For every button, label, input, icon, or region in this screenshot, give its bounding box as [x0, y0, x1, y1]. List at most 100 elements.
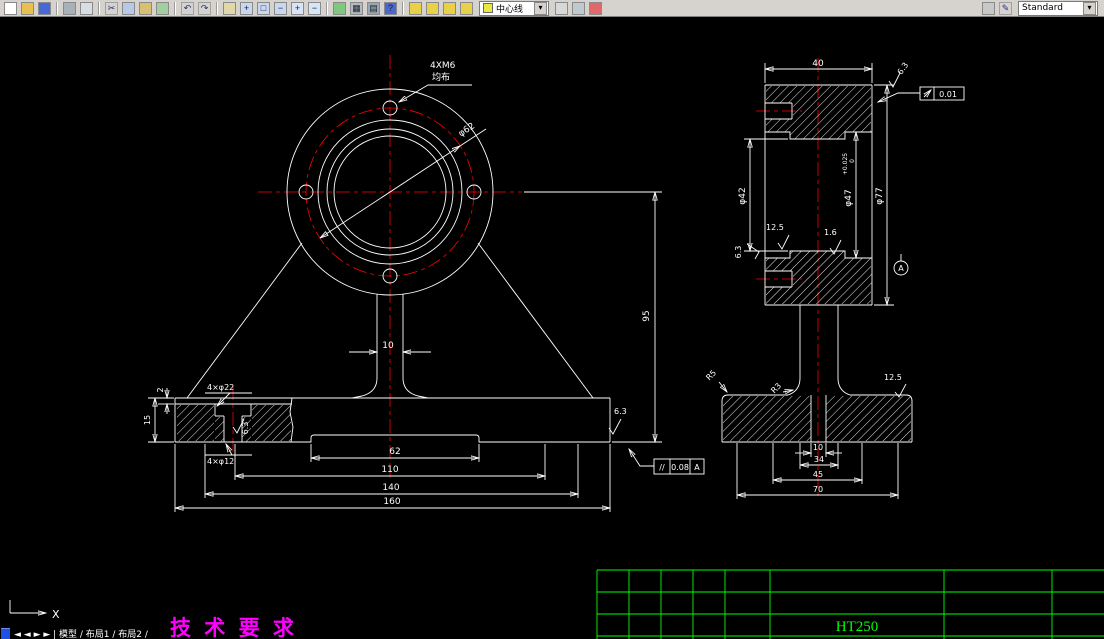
parallelism-fcf: // 0.08 A — [629, 449, 705, 475]
linetype-icon[interactable] — [570, 1, 587, 16]
start-button-fragment[interactable] — [1, 627, 10, 639]
dim-2-label: 2 — [156, 387, 165, 392]
fcf-symbol: // — [659, 463, 665, 472]
object-properties-icon-glyph — [460, 1, 473, 15]
thread-note-label: 4XM6 — [430, 61, 456, 71]
pencil-icon[interactable]: ✎ — [997, 1, 1014, 16]
zoom-realtime-icon-glyph: + — [240, 1, 253, 15]
new-file-icon[interactable] — [2, 1, 19, 16]
layer-manager-icon[interactable] — [553, 1, 570, 16]
print-preview-icon[interactable] — [78, 1, 95, 16]
material-label: HT250 — [836, 619, 879, 635]
r5-label: R5 — [704, 368, 718, 382]
osnap-icon[interactable] — [980, 1, 997, 16]
chevron-down-icon[interactable]: ▾ — [1083, 1, 1096, 15]
roughness-base-label: 6.3 — [614, 407, 627, 416]
roughness-face-label: 6.3 — [896, 61, 911, 77]
open-folder-icon-glyph — [21, 1, 34, 15]
zoom-in-icon-glyph: + — [291, 1, 304, 15]
color-control-icon[interactable] — [587, 1, 604, 16]
dim-160-label: 160 — [383, 497, 400, 507]
paste-icon[interactable] — [137, 1, 154, 16]
paste-icon-glyph — [139, 1, 152, 15]
zoom-window-icon-glyph: □ — [257, 1, 270, 15]
toolbar-separator — [174, 1, 176, 15]
fcf-datum: A — [694, 463, 700, 472]
save-icon[interactable] — [36, 1, 53, 16]
save-icon-glyph — [38, 1, 51, 15]
match-properties-icon-glyph — [156, 1, 169, 15]
zoom-previous-icon[interactable]: − — [272, 1, 289, 16]
toolbar-icons-mid — [553, 0, 604, 16]
style-combo[interactable]: Standard ▾ — [1018, 0, 1098, 16]
distance-icon-glyph — [409, 1, 422, 15]
fcf-tolerance: 0.08 — [671, 463, 689, 472]
style-combo-value: Standard — [1022, 3, 1063, 13]
chevron-down-icon[interactable]: ▾ — [534, 1, 547, 15]
dia-42-label: φ42 — [738, 187, 748, 204]
area-icon-glyph — [426, 1, 439, 15]
copy-icon[interactable] — [120, 1, 137, 16]
distance-icon[interactable] — [407, 1, 424, 16]
tech-requirements-title: 技 术 要 求 — [170, 616, 297, 639]
match-properties-icon[interactable] — [154, 1, 171, 16]
runout-fcf: 0.01 — [878, 86, 965, 102]
undo-icon-glyph: ↶ — [181, 1, 194, 15]
drawing-canvas[interactable]: 4XM6 均布 φ62 95 10 62 110 140 160 15 2 4×… — [0, 17, 1104, 639]
toolbar-icons-right: ✎ — [980, 0, 1014, 16]
front-view-geometry — [174, 88, 611, 443]
list-icon-glyph — [443, 1, 456, 15]
color-control-icon-glyph — [589, 1, 602, 15]
layout-tab-bar[interactable]: ◄ ◄ ► ► | 模型 / 布局1 / 布局2 / — [0, 627, 148, 639]
redraw-icon-glyph — [333, 1, 346, 15]
open-folder-icon[interactable] — [19, 1, 36, 16]
zoom-in-icon[interactable]: + — [289, 1, 306, 16]
copy-icon-glyph — [122, 1, 135, 15]
toolbar-separator — [402, 1, 404, 15]
redraw-icon[interactable] — [331, 1, 348, 16]
datum-a-label: A — [898, 264, 904, 273]
toolbar-icons-left: ✂ ↶ ↷ + □ − + − ▦ ▤? — [2, 0, 475, 16]
zoom-previous-icon-glyph: − — [274, 1, 287, 15]
ucs-x-label: X — [52, 608, 60, 621]
dim-s10-label: 10 — [813, 443, 823, 452]
layout-tabs-text[interactable]: ◄ ◄ ► ► | 模型 / 布局1 / 布局2 / — [14, 627, 148, 639]
zoom-window-icon[interactable]: □ — [255, 1, 272, 16]
cbore-note-label: 4×φ22 — [207, 383, 234, 392]
ucs-icon: X — [9, 600, 60, 621]
dim-45-label: 45 — [813, 470, 823, 479]
zoom-realtime-icon[interactable]: + — [238, 1, 255, 16]
area-icon[interactable] — [424, 1, 441, 16]
layer-combo-value: 中心线 — [496, 4, 524, 15]
layer-combo[interactable]: 中心线 ▾ — [479, 0, 549, 16]
zoom-out-icon[interactable]: − — [306, 1, 323, 16]
pan-hand-icon-glyph — [223, 1, 236, 15]
dim-34-label: 34 — [814, 455, 824, 464]
object-properties-icon[interactable] — [458, 1, 475, 16]
dia-77-label: φ77 — [875, 187, 885, 204]
toolbar-separator — [216, 1, 218, 15]
help-icon[interactable]: ? — [382, 1, 399, 16]
dim-62-label: 62 — [389, 447, 400, 457]
osnap-icon-glyph — [982, 1, 995, 15]
table-icon-glyph: ▤ — [367, 1, 380, 15]
pan-hand-icon[interactable] — [221, 1, 238, 16]
calculator-icon[interactable]: ▦ — [348, 1, 365, 16]
list-icon[interactable] — [441, 1, 458, 16]
dim-140-label: 140 — [382, 483, 399, 493]
print-icon[interactable] — [61, 1, 78, 16]
calculator-icon-glyph: ▦ — [350, 1, 363, 15]
new-file-icon-glyph — [4, 1, 17, 15]
dim-10-label: 10 — [382, 341, 394, 351]
redo-icon[interactable]: ↷ — [196, 1, 213, 16]
dim-70-label: 70 — [813, 485, 823, 494]
r3-label: R3 — [769, 381, 783, 395]
table-icon[interactable]: ▤ — [365, 1, 382, 16]
redo-icon-glyph: ↷ — [198, 1, 211, 15]
cut-icon[interactable]: ✂ — [103, 1, 120, 16]
undo-icon[interactable]: ↶ — [179, 1, 196, 16]
toolbar-separator — [56, 1, 58, 15]
dia-47-label: φ47 — [844, 189, 854, 206]
print-preview-icon-glyph — [80, 1, 93, 15]
print-icon-glyph — [63, 1, 76, 15]
